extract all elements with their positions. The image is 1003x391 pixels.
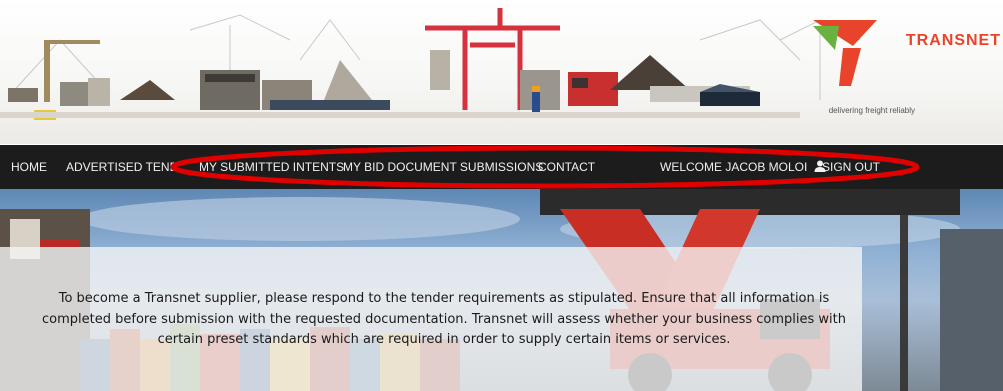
nav-my-bid-document-submissions[interactable]: MY BID DOCUMENT SUBMISSIONS <box>343 145 543 189</box>
transnet-logo-icon <box>813 20 877 86</box>
transnet-brand: TRANSNET delivering freight reliably <box>813 18 1003 128</box>
nav-contact[interactable]: CONTACT <box>538 145 595 189</box>
nav-home[interactable]: HOME <box>11 145 47 189</box>
main-navigation: HOME ADVERTISED TENDERS MY SUBMITTED INT… <box>0 145 1003 189</box>
nav-advertised-tenders[interactable]: ADVERTISED TENDERS <box>66 145 176 189</box>
transnet-wordmark: TRANSNET <box>905 32 1001 49</box>
welcome-label: WELCOME JACOB MOLOI <box>660 160 808 174</box>
header-banner: TRANSNET delivering freight reliably <box>0 0 1003 144</box>
intro-text: To become a Transnet supplier, please re… <box>42 291 846 347</box>
nav-sign-out[interactable]: SIGN OUT <box>822 145 880 189</box>
brand-tagline: delivering freight reliably <box>828 106 915 115</box>
nav-welcome-user[interactable]: WELCOME JACOB MOLOI <box>660 145 826 189</box>
nav-my-submitted-intents[interactable]: MY SUBMITTED INTENTS <box>199 145 344 189</box>
